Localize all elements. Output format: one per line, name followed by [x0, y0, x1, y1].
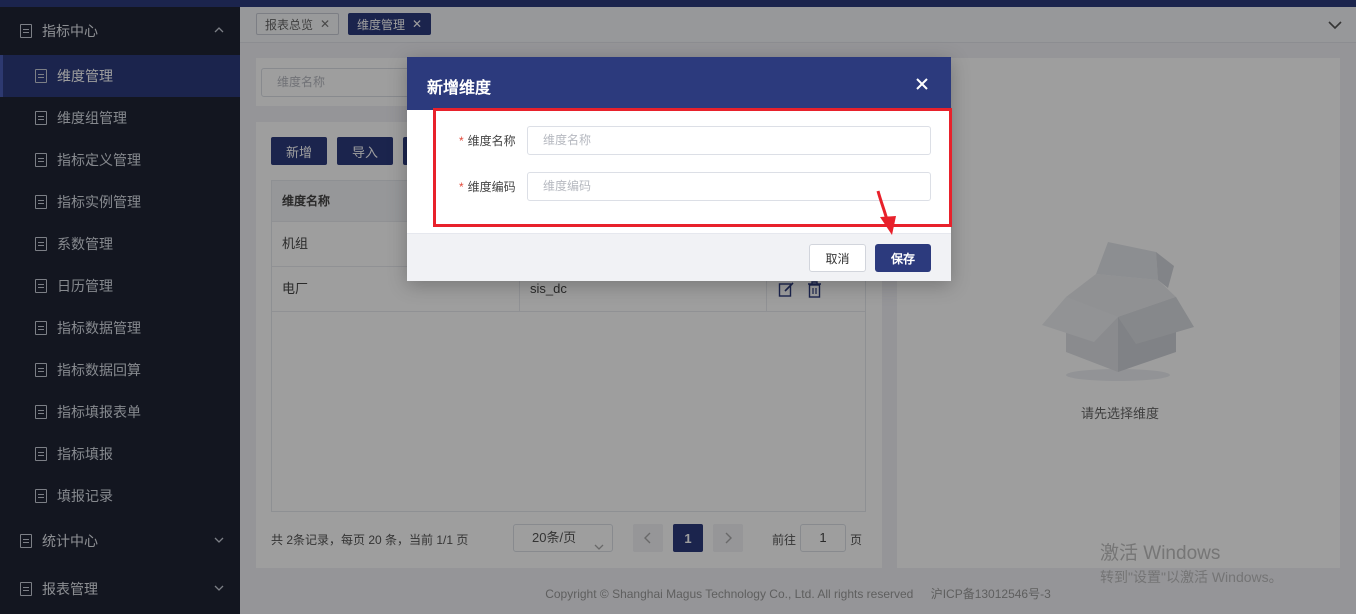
dialog-footer: 取消 保存 [407, 233, 951, 281]
save-button[interactable]: 保存 [875, 244, 931, 272]
dialog-header: 新增维度 [407, 57, 951, 110]
dialog-title: 新增维度 [427, 80, 492, 97]
watermark-line2: 转到"设置"以激活 Windows。 [1100, 569, 1283, 585]
annotation-arrow-icon [875, 190, 899, 239]
windows-activation-watermark: 激活 Windows 转到"设置"以激活 Windows。 [1100, 538, 1283, 587]
close-icon[interactable] [915, 77, 929, 94]
watermark-line1: 激活 Windows [1100, 543, 1221, 564]
cancel-button[interactable]: 取消 [809, 244, 866, 272]
